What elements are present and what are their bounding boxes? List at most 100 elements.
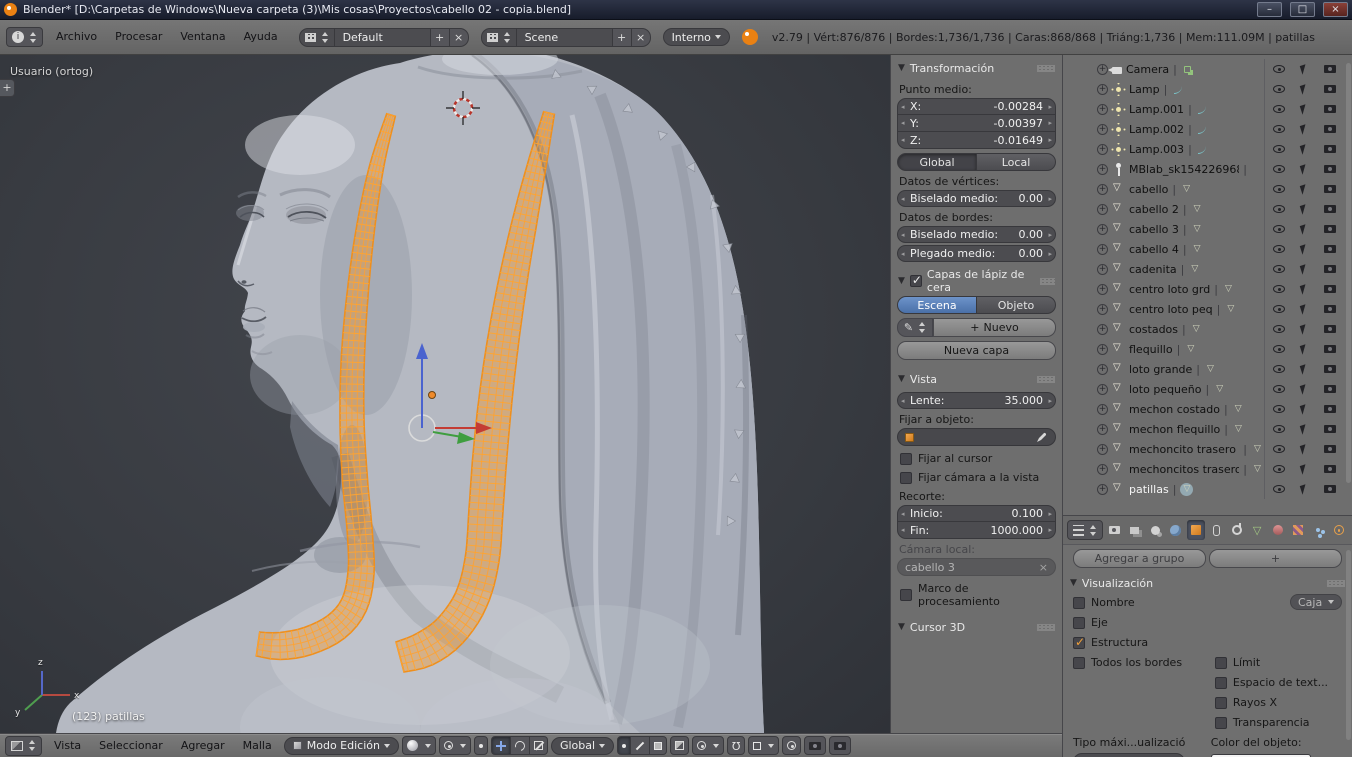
menu-item[interactable]: Procesar: [106, 20, 171, 54]
renderability-camera-icon[interactable]: [1324, 325, 1336, 333]
outliner-scrollbar[interactable]: [1346, 63, 1351, 483]
expand-icon[interactable]: +: [1097, 404, 1108, 415]
selectability-cursor-icon[interactable]: [1300, 364, 1308, 374]
expand-icon[interactable]: +: [1097, 284, 1108, 295]
renderability-camera-icon[interactable]: [1324, 165, 1336, 173]
local-space-button[interactable]: Local: [977, 153, 1056, 171]
tab-physics[interactable]: [1330, 520, 1348, 540]
expand-icon[interactable]: +: [1097, 464, 1108, 475]
mode-selector[interactable]: Modo Edición: [284, 737, 399, 755]
selectability-cursor-icon[interactable]: [1300, 224, 1308, 234]
visibility-eye-icon[interactable]: [1273, 425, 1285, 433]
expand-icon[interactable]: +: [1097, 164, 1108, 175]
visibility-eye-icon[interactable]: [1273, 465, 1285, 473]
collapse-triangle-icon[interactable]: ▼: [898, 374, 905, 384]
renderability-camera-icon[interactable]: [1324, 465, 1336, 473]
selectability-cursor-icon[interactable]: [1300, 284, 1308, 294]
selectability-cursor-icon[interactable]: [1300, 344, 1308, 354]
visibility-eye-icon[interactable]: [1273, 265, 1285, 273]
object-name[interactable]: cabello 3: [1129, 223, 1179, 236]
selectability-cursor-icon[interactable]: [1300, 104, 1308, 114]
outliner-row[interactable]: + Lamp |: [1063, 79, 1352, 99]
renderability-camera-icon[interactable]: [1324, 285, 1336, 293]
object-name[interactable]: MBlab_sk1542269688.91: [1129, 163, 1239, 176]
object-name[interactable]: cadenita: [1129, 263, 1177, 276]
outliner-row[interactable]: + mechoncito trasero 2 |: [1063, 439, 1352, 459]
pivot-align-toggle[interactable]: [474, 736, 488, 755]
tab-modifiers[interactable]: [1228, 520, 1246, 540]
expand-icon[interactable]: +: [1097, 264, 1108, 275]
menu-item[interactable]: Agregar: [172, 734, 234, 757]
display-checkbox[interactable]: Transparencia: [1215, 716, 1346, 729]
expand-icon[interactable]: +: [1097, 184, 1108, 195]
object-name[interactable]: loto pequeño: [1129, 383, 1202, 396]
render-border-checkbox[interactable]: Marco de procesamiento: [900, 582, 1053, 608]
expand-icon[interactable]: +: [1097, 204, 1108, 215]
clear-icon[interactable]: ×: [1039, 561, 1048, 574]
opengl-render-anim-button[interactable]: [829, 736, 851, 755]
visibility-eye-icon[interactable]: [1273, 225, 1285, 233]
selectability-cursor-icon[interactable]: [1300, 264, 1308, 274]
display-checkbox[interactable]: Eje: [1073, 616, 1211, 629]
layout-delete-button[interactable]: ×: [450, 28, 469, 47]
new-layer-button[interactable]: Nueva capa: [897, 341, 1056, 360]
menu-item[interactable]: Vista: [45, 734, 90, 757]
outliner-row[interactable]: + centro loto peq |: [1063, 299, 1352, 319]
snap-target-button[interactable]: [782, 736, 801, 755]
snap-element-button[interactable]: [748, 736, 779, 755]
visibility-eye-icon[interactable]: [1273, 485, 1285, 493]
expand-icon[interactable]: +: [1097, 344, 1108, 355]
outliner-row[interactable]: + cabello 2 |: [1063, 199, 1352, 219]
renderability-camera-icon[interactable]: [1324, 445, 1336, 453]
tab-data[interactable]: ▽: [1248, 520, 1266, 540]
outliner-row[interactable]: + loto grande |: [1063, 359, 1352, 379]
panel-header-display[interactable]: ▼ Visualización: [1063, 572, 1352, 594]
visibility-eye-icon[interactable]: [1273, 165, 1285, 173]
outliner-row[interactable]: + Camera |: [1063, 59, 1352, 79]
lens-field[interactable]: Lente: 35.000: [897, 392, 1056, 409]
rotate-manipulator-button[interactable]: [511, 736, 530, 755]
renderability-camera-icon[interactable]: [1324, 425, 1336, 433]
grease-datablock-button[interactable]: ✎: [897, 318, 933, 337]
selectability-cursor-icon[interactable]: [1300, 464, 1308, 474]
visibility-eye-icon[interactable]: [1273, 65, 1285, 73]
tab-world[interactable]: [1166, 520, 1184, 540]
object-name[interactable]: Lamp.001: [1129, 103, 1184, 116]
renderability-camera-icon[interactable]: [1324, 125, 1336, 133]
clip-end-field[interactable]: Fin: 1000.000: [897, 522, 1056, 539]
editor-type-3dview-button[interactable]: [5, 736, 42, 756]
outliner-row[interactable]: + Lamp.003 |: [1063, 139, 1352, 159]
expand-icon[interactable]: +: [1097, 84, 1108, 95]
panel-header-view[interactable]: ▼ Vista: [891, 368, 1062, 390]
expand-icon[interactable]: +: [1097, 124, 1108, 135]
object-name[interactable]: mechoncitos trasero: [1129, 463, 1239, 476]
panel-header-cursor3d[interactable]: ▼ Cursor 3D: [891, 616, 1062, 638]
edge-crease-slider[interactable]: Plegado medio: 0.00: [897, 245, 1056, 262]
renderability-camera-icon[interactable]: [1324, 305, 1336, 313]
object-name[interactable]: Lamp.002: [1129, 123, 1184, 136]
object-name[interactable]: patillas: [1129, 483, 1169, 496]
viewport-canvas[interactable]: [0, 55, 890, 733]
collapse-triangle-icon[interactable]: ▼: [898, 622, 905, 632]
vertex-bevel-slider[interactable]: Biselado medio: 0.00: [897, 190, 1056, 207]
selectability-cursor-icon[interactable]: [1300, 164, 1308, 174]
selectability-cursor-icon[interactable]: [1300, 124, 1308, 134]
renderability-camera-icon[interactable]: [1324, 385, 1336, 393]
maximize-button[interactable]: □: [1290, 2, 1315, 17]
display-checkbox[interactable]: Estructura: [1073, 636, 1211, 649]
panel-grip-icon[interactable]: [1327, 580, 1345, 587]
grease-object-button[interactable]: Objeto: [977, 296, 1056, 314]
viewport-shading-button[interactable]: [402, 736, 436, 755]
vertex-select-button[interactable]: [617, 736, 631, 755]
object-name[interactable]: cabello: [1129, 183, 1168, 196]
selectability-cursor-icon[interactable]: [1300, 184, 1308, 194]
renderability-camera-icon[interactable]: [1324, 245, 1336, 253]
visibility-eye-icon[interactable]: [1273, 245, 1285, 253]
object-name[interactable]: cabello 4: [1129, 243, 1179, 256]
opengl-render-image-button[interactable]: [804, 736, 826, 755]
toolshelf-open-tab[interactable]: +: [0, 79, 15, 97]
layout-name-field[interactable]: Default: [335, 28, 431, 47]
selectability-cursor-icon[interactable]: [1300, 444, 1308, 454]
outliner-row[interactable]: + costados |: [1063, 319, 1352, 339]
lock-camera-checkbox[interactable]: Fijar cámara a la vista: [900, 471, 1053, 484]
